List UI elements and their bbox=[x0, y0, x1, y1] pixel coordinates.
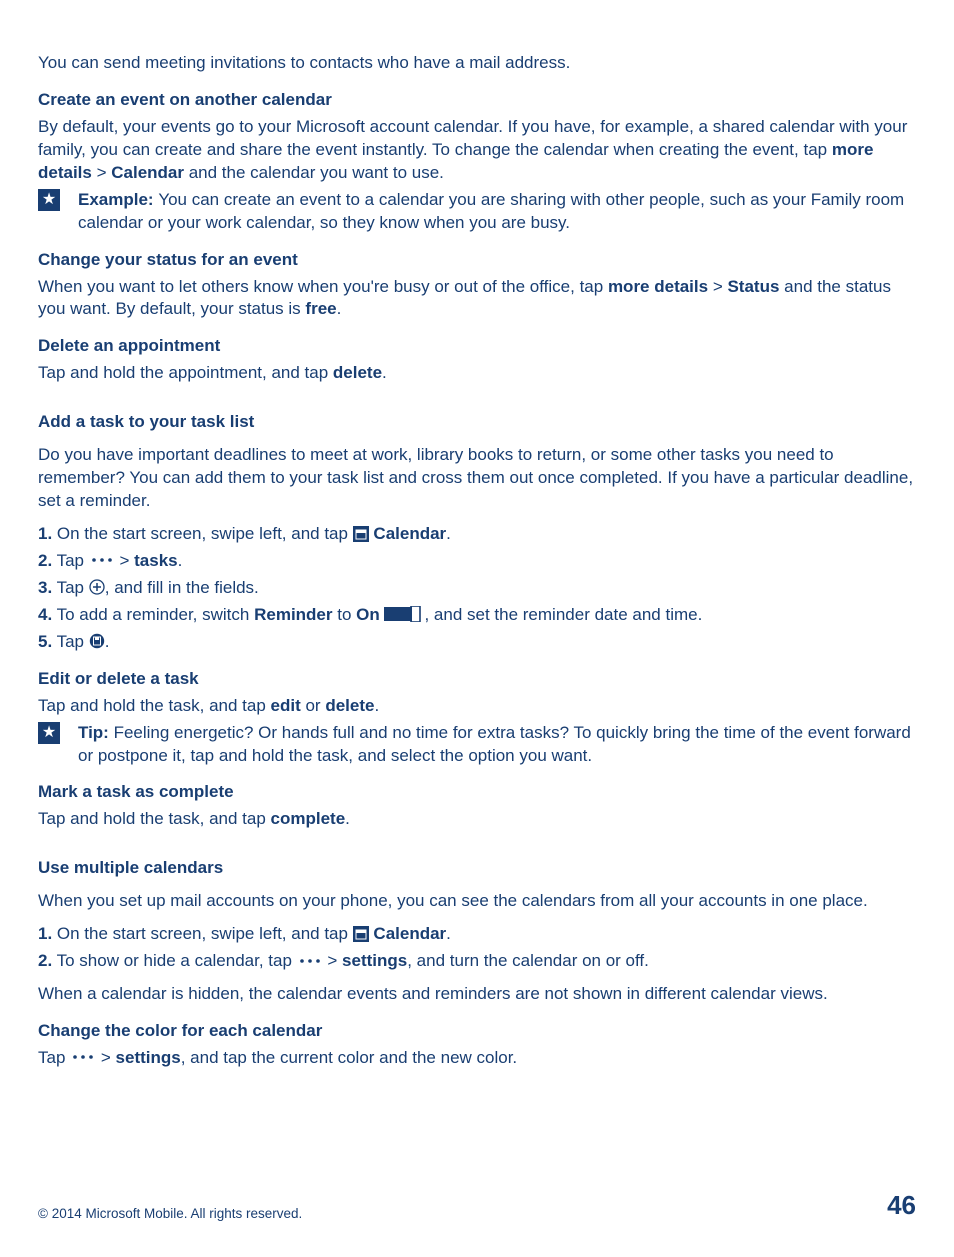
body-change-color: Tap > settings, and tap the current colo… bbox=[38, 1047, 916, 1070]
body-mark-complete: Tap and hold the task, and tap complete. bbox=[38, 808, 916, 831]
heading-change-color: Change the color for each calendar bbox=[38, 1020, 916, 1043]
copyright-text: © 2014 Microsoft Mobile. All rights rese… bbox=[38, 1205, 302, 1223]
note-multiple-cal: When a calendar is hidden, the calendar … bbox=[38, 983, 916, 1006]
more-dots-icon bbox=[70, 1052, 96, 1062]
heading-mark-complete: Mark a task as complete bbox=[38, 781, 916, 804]
body-create-event: By default, your events go to your Micro… bbox=[38, 116, 916, 185]
more-dots-icon bbox=[89, 555, 115, 565]
star-icon: ★ bbox=[38, 189, 60, 211]
intro-text: You can send meeting invitations to cont… bbox=[38, 52, 916, 75]
page-number: 46 bbox=[887, 1188, 916, 1223]
heading-add-task: Add a task to your task list bbox=[38, 411, 916, 434]
tip-callout: ★ Tip: Feeling energetic? Or hands full … bbox=[38, 722, 916, 768]
intro-add-task: Do you have important deadlines to meet … bbox=[38, 444, 916, 513]
body-delete-appt: Tap and hold the appointment, and tap de… bbox=[38, 362, 916, 385]
heading-edit-delete-task: Edit or delete a task bbox=[38, 668, 916, 691]
heading-change-status: Change your status for an event bbox=[38, 249, 916, 272]
heading-multiple-cal: Use multiple calendars bbox=[38, 857, 916, 880]
step4-4: 4. To add a reminder, switch Reminder to… bbox=[38, 604, 916, 627]
star-icon: ★ bbox=[38, 722, 60, 744]
step7-1: 1. On the start screen, swipe left, and … bbox=[38, 923, 916, 946]
tip-label: Tip: bbox=[78, 723, 114, 742]
step7-2: 2. To show or hide a calendar, tap > set… bbox=[38, 950, 916, 973]
heading-create-event: Create an event on another calendar bbox=[38, 89, 916, 112]
example-callout: ★ Example: You can create an event to a … bbox=[38, 189, 916, 235]
heading-delete-appt: Delete an appointment bbox=[38, 335, 916, 358]
step4-5: 5. Tap . bbox=[38, 631, 916, 654]
page-footer: © 2014 Microsoft Mobile. All rights rese… bbox=[38, 1188, 916, 1223]
step4-3: 3. Tap , and fill in the fields. bbox=[38, 577, 916, 600]
plus-circle-icon bbox=[89, 579, 105, 595]
body-change-status: When you want to let others know when yo… bbox=[38, 276, 916, 322]
example-text: You can create an event to a calendar yo… bbox=[78, 190, 904, 232]
toggle-on-icon bbox=[384, 606, 424, 622]
example-label: Example: bbox=[78, 190, 158, 209]
calendar-tile-icon bbox=[353, 526, 369, 542]
save-circle-icon bbox=[89, 633, 105, 649]
body-edit-delete-task: Tap and hold the task, and tap edit or d… bbox=[38, 695, 916, 718]
step4-1: 1. On the start screen, swipe left, and … bbox=[38, 523, 916, 546]
calendar-tile-icon bbox=[353, 926, 369, 942]
more-dots-icon bbox=[297, 956, 323, 966]
step4-2: 2. Tap > tasks. bbox=[38, 550, 916, 573]
intro-multiple-cal: When you set up mail accounts on your ph… bbox=[38, 890, 916, 913]
tip-text: Feeling energetic? Or hands full and no … bbox=[78, 723, 911, 765]
